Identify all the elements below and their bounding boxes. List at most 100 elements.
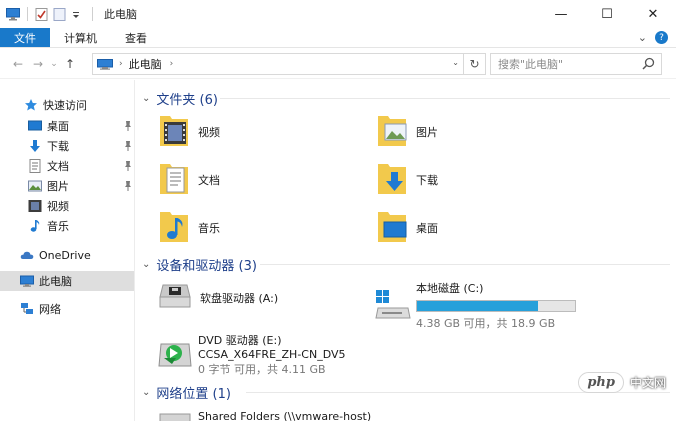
sidebar-item-music[interactable]: 音乐 <box>28 216 69 236</box>
group-divider <box>260 264 670 265</box>
drive-label: 本地磁盘 (C:) <box>416 282 484 295</box>
group-header-label: 文件夹 (6) <box>156 93 218 108</box>
pin-icon[interactable] <box>124 161 132 171</box>
folder-pictures[interactable]: 图片 <box>376 112 438 151</box>
network-icon <box>20 302 34 316</box>
pin-icon[interactable] <box>124 181 132 191</box>
this-pc-icon <box>20 274 34 288</box>
music-note-icon <box>28 219 42 233</box>
sidebar-item-label: 视频 <box>47 200 69 213</box>
sidebar-item-this-pc[interactable]: 此电脑 <box>0 271 134 291</box>
toolbar-separator <box>92 7 93 21</box>
folder-label: 音乐 <box>198 221 220 235</box>
maximize-button[interactable]: ☐ <box>584 0 630 28</box>
group-header-label: 设备和驱动器 (3) <box>156 259 257 274</box>
ribbon-right-controls: ⌄ ? <box>638 28 676 47</box>
new-folder-icon[interactable] <box>53 7 67 21</box>
breadcrumb-this-pc[interactable]: 此电脑 <box>129 56 162 72</box>
sidebar-item-label: 图片 <box>47 180 69 193</box>
collapse-chevron-icon[interactable]: ⌄ <box>142 387 150 398</box>
recent-locations-chevron-icon[interactable]: ⌄ <box>48 59 60 69</box>
forward-button[interactable]: → <box>28 57 48 71</box>
sidebar-item-onedrive[interactable]: OneDrive <box>20 245 91 265</box>
address-dropdown-icon[interactable]: ⌄ <box>452 58 459 67</box>
music-folder-icon <box>158 208 190 247</box>
picture-icon <box>28 179 42 193</box>
drive-volume-label: CCSA_X64FRE_ZH-CN_DV5 <box>198 348 346 361</box>
sidebar-item-label: 网络 <box>39 303 61 316</box>
folder-videos[interactable]: 视频 <box>158 112 220 151</box>
this-pc-icon <box>97 58 113 70</box>
drive-floppy-a[interactable]: 软盘驱动器 (A:) <box>158 283 278 312</box>
sidebar-item-downloads[interactable]: 下载 <box>28 136 132 156</box>
sidebar-item-label: 快速访问 <box>43 99 87 112</box>
collapse-chevron-icon[interactable]: ⌄ <box>142 259 150 270</box>
close-button[interactable]: ✕ <box>630 0 676 28</box>
folder-music[interactable]: 音乐 <box>158 208 220 247</box>
collapse-chevron-icon[interactable]: ⌄ <box>142 93 150 104</box>
title-bar: 此电脑 — ☐ ✕ <box>0 0 676 28</box>
computer-icon <box>6 7 20 21</box>
folder-label: 文档 <box>198 173 220 187</box>
sidebar-item-label: 桌面 <box>47 120 69 133</box>
tab-view[interactable]: 查看 <box>111 28 161 47</box>
video-icon <box>28 199 42 213</box>
sidebar-item-videos[interactable]: 视频 <box>28 196 69 216</box>
video-folder-icon <box>158 112 190 151</box>
group-header-folders[interactable]: ⌄ 文件夹 (6) <box>142 89 218 108</box>
drive-label: DVD 驱动器 (E:) <box>198 334 282 347</box>
address-bar[interactable]: › 此电脑 › ⌄ ↻ <box>92 53 486 75</box>
pin-icon[interactable] <box>124 141 132 151</box>
sidebar-item-label: 下载 <box>47 140 69 153</box>
watermark-text: 中文网 <box>629 376 666 390</box>
network-location-shared-folders[interactable]: Shared Folders (\\vmware-host) <box>158 408 371 421</box>
drive-label: 软盘驱动器 (A:) <box>200 291 279 305</box>
search-placeholder: 搜索"此电脑" <box>498 58 564 71</box>
minimize-button[interactable]: — <box>538 0 584 28</box>
tab-computer[interactable]: 计算机 <box>50 28 111 47</box>
window-controls: — ☐ ✕ <box>538 0 676 28</box>
sidebar-item-documents[interactable]: 文档 <box>28 156 132 176</box>
up-button[interactable]: ↑ <box>60 57 80 71</box>
expand-ribbon-chevron-icon[interactable]: ⌄ <box>638 31 647 44</box>
folder-downloads[interactable]: 下载 <box>376 160 438 199</box>
folder-documents[interactable]: 文档 <box>158 160 220 199</box>
dvd-drive-icon <box>158 338 192 371</box>
picture-folder-icon <box>376 112 408 151</box>
desktop-icon <box>28 119 42 133</box>
group-header-network[interactable]: ⌄ 网络位置 (1) <box>142 383 231 402</box>
content-pane: ⌄ 文件夹 (6) 视频 图片 文档 下载 音乐 桌面 ⌄ 设备和驱动器 (3)… <box>136 80 676 421</box>
breadcrumb-chevron-icon[interactable]: › <box>170 59 174 69</box>
search-icon[interactable] <box>642 57 655 73</box>
sidebar-item-quick-access[interactable]: 快速访问 <box>24 95 87 115</box>
disk-usage-bar <box>416 300 576 312</box>
help-icon[interactable]: ? <box>655 31 668 44</box>
ribbon-tabs: 文件 计算机 查看 ⌄ ? <box>0 28 676 48</box>
sidebar-item-label: OneDrive <box>39 248 91 262</box>
sidebar-item-desktop[interactable]: 桌面 <box>28 116 132 136</box>
quick-access-toolbar <box>0 7 96 21</box>
floppy-drive-icon <box>158 283 192 312</box>
refresh-button[interactable]: ↻ <box>463 54 485 74</box>
drive-free-space: 0 字节 可用，共 4.11 GB <box>198 363 326 376</box>
back-button[interactable]: ← <box>8 57 28 71</box>
pin-icon[interactable] <box>124 121 132 131</box>
tab-file[interactable]: 文件 <box>0 28 50 47</box>
folder-desktop[interactable]: 桌面 <box>376 208 438 247</box>
folder-label: 视频 <box>198 125 220 139</box>
sidebar-item-pictures[interactable]: 图片 <box>28 176 132 196</box>
group-header-devices[interactable]: ⌄ 设备和驱动器 (3) <box>142 255 257 274</box>
download-folder-icon <box>376 160 408 199</box>
window-title: 此电脑 <box>104 8 137 21</box>
document-folder-icon <box>158 160 190 199</box>
sidebar-item-label: 音乐 <box>47 220 69 233</box>
document-icon <box>28 159 42 173</box>
customize-toolbar-chevron-icon[interactable] <box>71 8 85 21</box>
star-icon <box>24 98 38 112</box>
site-watermark: php 中文网 <box>578 372 666 393</box>
properties-check-icon[interactable] <box>35 7 49 21</box>
search-box[interactable]: 搜索"此电脑" <box>490 53 662 75</box>
drive-free-space: 4.38 GB 可用，共 18.9 GB <box>416 317 556 330</box>
sidebar-item-network[interactable]: 网络 <box>20 299 61 319</box>
php-logo-badge: php <box>578 372 624 393</box>
